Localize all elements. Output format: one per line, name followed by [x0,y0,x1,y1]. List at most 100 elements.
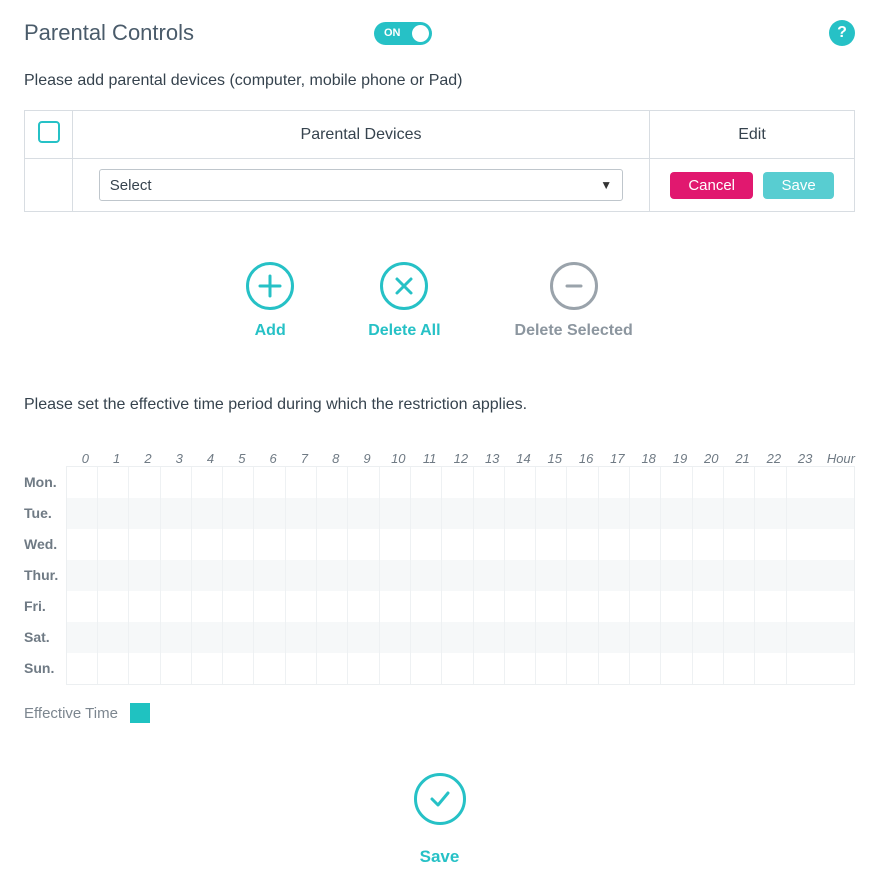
select-all-checkbox[interactable] [38,121,60,143]
schedule-cell[interactable] [787,529,818,560]
schedule-cell[interactable] [223,498,254,529]
schedule-cell[interactable] [505,529,536,560]
schedule-cell[interactable] [661,653,692,684]
schedule-cell[interactable] [129,467,160,498]
schedule-cell[interactable] [286,529,317,560]
schedule-cell[interactable] [98,560,129,591]
schedule-cell[interactable] [67,622,98,653]
schedule-cell[interactable] [223,560,254,591]
schedule-cell[interactable] [223,467,254,498]
schedule-cell[interactable] [192,529,223,560]
row-cancel-button[interactable]: Cancel [670,172,753,199]
schedule-cell[interactable] [67,498,98,529]
schedule-cell[interactable] [161,591,192,622]
schedule-cell[interactable] [98,653,129,684]
schedule-cell[interactable] [129,591,160,622]
schedule-cell[interactable] [286,591,317,622]
add-button[interactable]: Add [246,262,294,340]
schedule-cell[interactable] [254,529,285,560]
schedule-cell[interactable] [599,467,630,498]
schedule-cell[interactable] [442,591,473,622]
schedule-cell[interactable] [567,591,598,622]
schedule-cell[interactable] [223,529,254,560]
schedule-cell[interactable] [599,591,630,622]
schedule-cell[interactable] [317,467,348,498]
schedule-cell[interactable] [505,653,536,684]
schedule-cell[interactable] [129,622,160,653]
schedule-cell[interactable] [161,653,192,684]
schedule-cell[interactable] [536,653,567,684]
schedule-cell[interactable] [474,498,505,529]
schedule-cell[interactable] [223,591,254,622]
schedule-cell[interactable] [317,498,348,529]
schedule-cell[interactable] [630,653,661,684]
schedule-cell[interactable] [380,560,411,591]
schedule-cell[interactable] [474,591,505,622]
schedule-cell[interactable] [192,467,223,498]
schedule-cell[interactable] [474,622,505,653]
schedule-cell[interactable] [505,498,536,529]
schedule-cell[interactable] [411,591,442,622]
schedule-cell[interactable] [411,467,442,498]
schedule-cell[interactable] [536,467,567,498]
device-select[interactable]: Select ▼ [99,169,623,201]
schedule-cell[interactable] [693,653,724,684]
schedule-cell[interactable] [129,560,160,591]
schedule-cell[interactable] [567,498,598,529]
schedule-cell[interactable] [286,622,317,653]
help-icon[interactable]: ? [829,20,855,46]
schedule-cell[interactable] [661,591,692,622]
schedule-cell[interactable] [286,560,317,591]
schedule-cell[interactable] [254,653,285,684]
schedule-cell[interactable] [630,591,661,622]
schedule-cell[interactable] [254,467,285,498]
schedule-cell[interactable] [599,653,630,684]
schedule-cell[interactable] [630,560,661,591]
schedule-cell[interactable] [755,467,786,498]
schedule-cell[interactable] [787,467,818,498]
schedule-cell[interactable] [192,591,223,622]
schedule-cell[interactable] [787,622,818,653]
schedule-cell[interactable] [317,622,348,653]
delete-all-button[interactable]: Delete All [368,262,440,340]
schedule-cell[interactable] [630,498,661,529]
schedule-cell[interactable] [693,498,724,529]
schedule-cell[interactable] [254,498,285,529]
schedule-cell[interactable] [411,622,442,653]
schedule-cell[interactable] [411,529,442,560]
schedule-cell[interactable] [724,653,755,684]
schedule-cell[interactable] [724,560,755,591]
schedule-cell[interactable] [98,467,129,498]
schedule-cell[interactable] [380,529,411,560]
schedule-cell[interactable] [348,467,379,498]
schedule-cell[interactable] [505,591,536,622]
schedule-cell[interactable] [567,529,598,560]
schedule-cell[interactable] [661,560,692,591]
schedule-cell[interactable] [442,529,473,560]
footer-save-button[interactable]: Save [24,773,855,867]
schedule-cell[interactable] [348,498,379,529]
schedule-cell[interactable] [536,622,567,653]
schedule-cell[interactable] [411,560,442,591]
schedule-cell[interactable] [67,653,98,684]
schedule-cell[interactable] [630,467,661,498]
schedule-cell[interactable] [599,529,630,560]
schedule-cell[interactable] [630,529,661,560]
schedule-cell[interactable] [724,622,755,653]
schedule-cell[interactable] [787,591,818,622]
schedule-cell[interactable] [661,467,692,498]
schedule-cell[interactable] [348,622,379,653]
schedule-cell[interactable] [380,498,411,529]
schedule-cell[interactable] [161,560,192,591]
schedule-cell[interactable] [411,498,442,529]
schedule-cell[interactable] [317,560,348,591]
schedule-cell[interactable] [505,560,536,591]
schedule-cell[interactable] [161,622,192,653]
schedule-cell[interactable] [348,653,379,684]
schedule-cell[interactable] [630,622,661,653]
schedule-cell[interactable] [129,529,160,560]
schedule-cell[interactable] [474,560,505,591]
schedule-cell[interactable] [254,622,285,653]
schedule-cell[interactable] [536,591,567,622]
schedule-cell[interactable] [192,560,223,591]
